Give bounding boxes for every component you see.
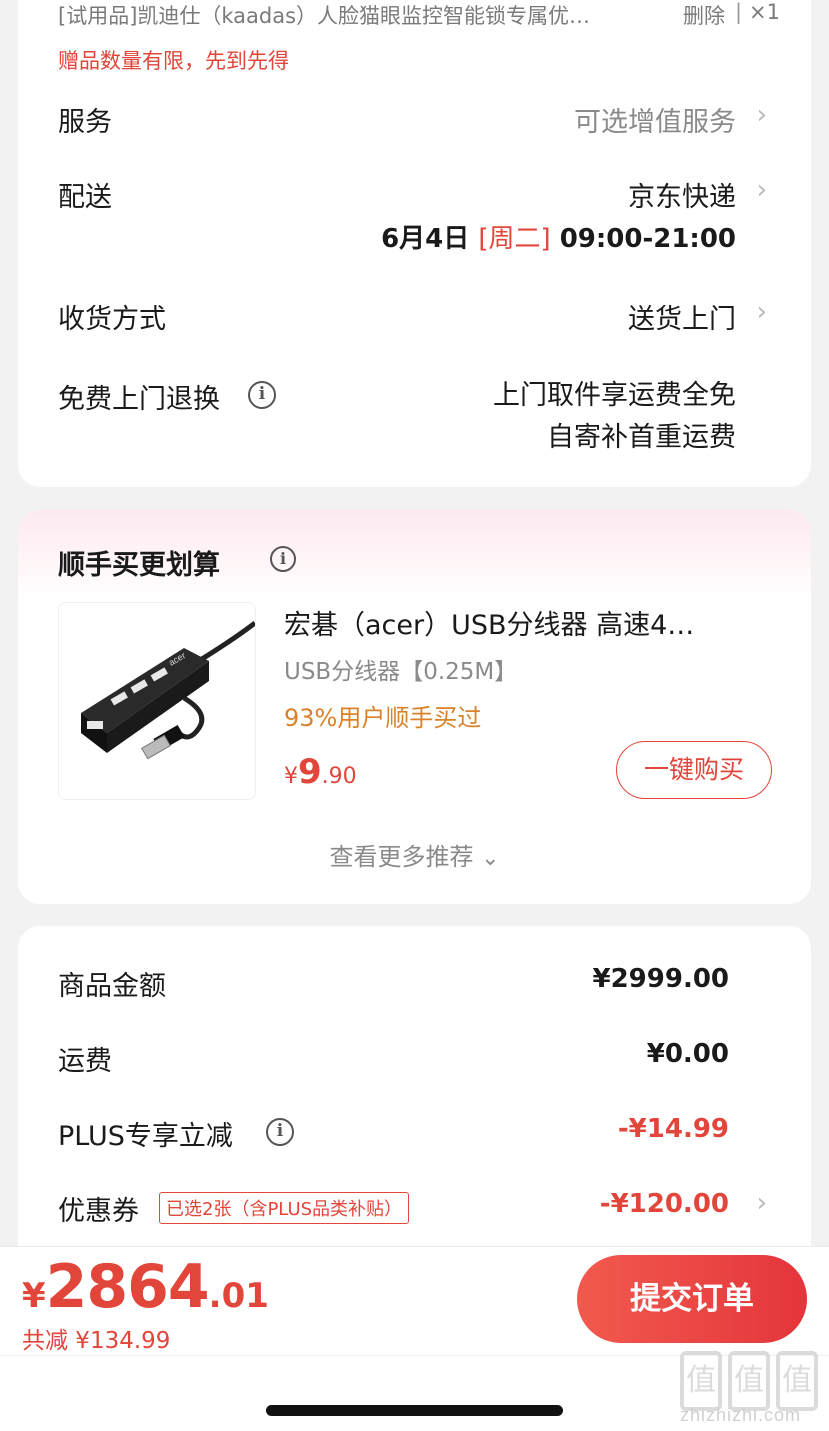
delivery-date: 6月4日	[381, 224, 470, 254]
service-value[interactable]: 可选增值服务	[574, 100, 736, 139]
return-line2: 自寄补首重运费	[547, 422, 736, 453]
delivery-carrier[interactable]: 京东快递	[628, 175, 736, 214]
separator: |	[735, 0, 743, 24]
info-icon[interactable]: i	[270, 546, 296, 572]
product-spec: USB分线器【0.25M】	[284, 659, 518, 685]
total-decimal: .01	[208, 1276, 269, 1316]
watermark-glyph: 值	[728, 1351, 770, 1411]
recommend-title: 顺手买更划算	[58, 550, 220, 581]
info-icon[interactable]: i	[248, 381, 276, 409]
gift-note: 赠品数量有限，先到先得	[58, 49, 289, 73]
quantity: ×1	[749, 0, 780, 24]
watermark-domain: zhizhizhi.com	[680, 1405, 802, 1425]
watermark-glyph-text: 值	[734, 1363, 764, 1398]
summary-value-shipping: ¥0.00	[646, 1039, 729, 1069]
watermark-glyph-text: 值	[686, 1363, 716, 1398]
return-line1: 上门取件享运费全免	[493, 380, 736, 411]
summary-label-plus: PLUS专享立减	[58, 1121, 233, 1152]
delivery-window: 09:00-21:00	[559, 224, 736, 254]
checkout-bar: ¥2864.01 共减 ¥134.99 提交订单 值 值 值 zhizhizhi…	[0, 1246, 829, 1431]
delete-button[interactable]: 删除	[683, 0, 725, 30]
total-integer: 2864	[45, 1252, 210, 1322]
chevron-right-icon[interactable]: ›	[757, 297, 767, 327]
total-symbol: ¥	[22, 1276, 46, 1316]
summary-label-goods: 商品金额	[58, 971, 166, 1002]
one-click-buy-button[interactable]: 一键购买	[616, 741, 772, 799]
usb-hub-image: acer	[81, 621, 257, 760]
watermark-glyph: 值	[680, 1351, 722, 1411]
item-title[interactable]: [试用品]凯迪仕（kaadas）人脸猫眼监控智能锁专属优…	[58, 0, 658, 30]
price-summary-card: 商品金额 ¥2999.00 运费 ¥0.00 PLUS专享立减 i -¥14.9…	[18, 926, 811, 1286]
receive-label: 收货方式	[58, 304, 166, 335]
price-integer: 9	[298, 752, 322, 792]
view-more-label: 查看更多推荐	[329, 843, 474, 871]
service-label: 服务	[58, 107, 112, 138]
summary-value-goods: ¥2999.00	[592, 964, 729, 994]
delivery-weekday: [周二]	[478, 224, 551, 254]
coupon-tag[interactable]: 已选2张（含PLUS品类补贴）	[159, 1192, 410, 1224]
submit-order-button[interactable]: 提交订单	[577, 1255, 807, 1343]
return-label: 免费上门退换	[58, 384, 220, 415]
summary-value-coupon[interactable]: -¥120.00	[600, 1189, 729, 1219]
delivery-label: 配送	[58, 182, 112, 213]
watermark: 值 值 值 zhizhizhi.com	[676, 1347, 826, 1431]
price-symbol: ¥	[284, 764, 298, 789]
chevron-right-icon[interactable]: ›	[757, 175, 767, 205]
chevron-right-icon[interactable]: ›	[757, 100, 767, 130]
product-price: ¥9.90	[284, 752, 357, 792]
delivery-time: 6月4日 [周二] 09:00-21:00	[381, 218, 736, 255]
receive-value[interactable]: 送货上门	[628, 297, 736, 336]
chevron-right-icon[interactable]: ›	[757, 1188, 767, 1218]
product-stat: 93%用户顺手买过	[284, 704, 482, 732]
order-details-card: [试用品]凯迪仕（kaadas）人脸猫眼监控智能锁专属优… 删除 | ×1 赠品…	[18, 0, 811, 487]
total-saved: 共减 ¥134.99	[22, 1328, 171, 1354]
summary-label-shipping: 运费	[58, 1046, 112, 1077]
info-icon[interactable]: i	[266, 1118, 294, 1146]
summary-value-plus: -¥14.99	[617, 1114, 729, 1144]
total-price: ¥2864.01	[22, 1252, 269, 1322]
product-image[interactable]: acer	[58, 602, 257, 800]
home-indicator[interactable]	[266, 1405, 563, 1416]
summary-label-coupon: 优惠券	[58, 1196, 139, 1227]
view-more-link[interactable]: 查看更多推荐 ⌄	[18, 837, 811, 872]
price-decimal: .90	[321, 764, 357, 789]
watermark-glyph: 值	[776, 1351, 818, 1411]
recommendation-card: 顺手买更划算 i acer 宏碁（acer）USB分线器 高速4… USB分线器…	[18, 510, 811, 904]
chevron-down-icon: ⌄	[481, 846, 500, 871]
watermark-glyph-text: 值	[782, 1363, 812, 1398]
product-name[interactable]: 宏碁（acer）USB分线器 高速4…	[284, 603, 774, 642]
